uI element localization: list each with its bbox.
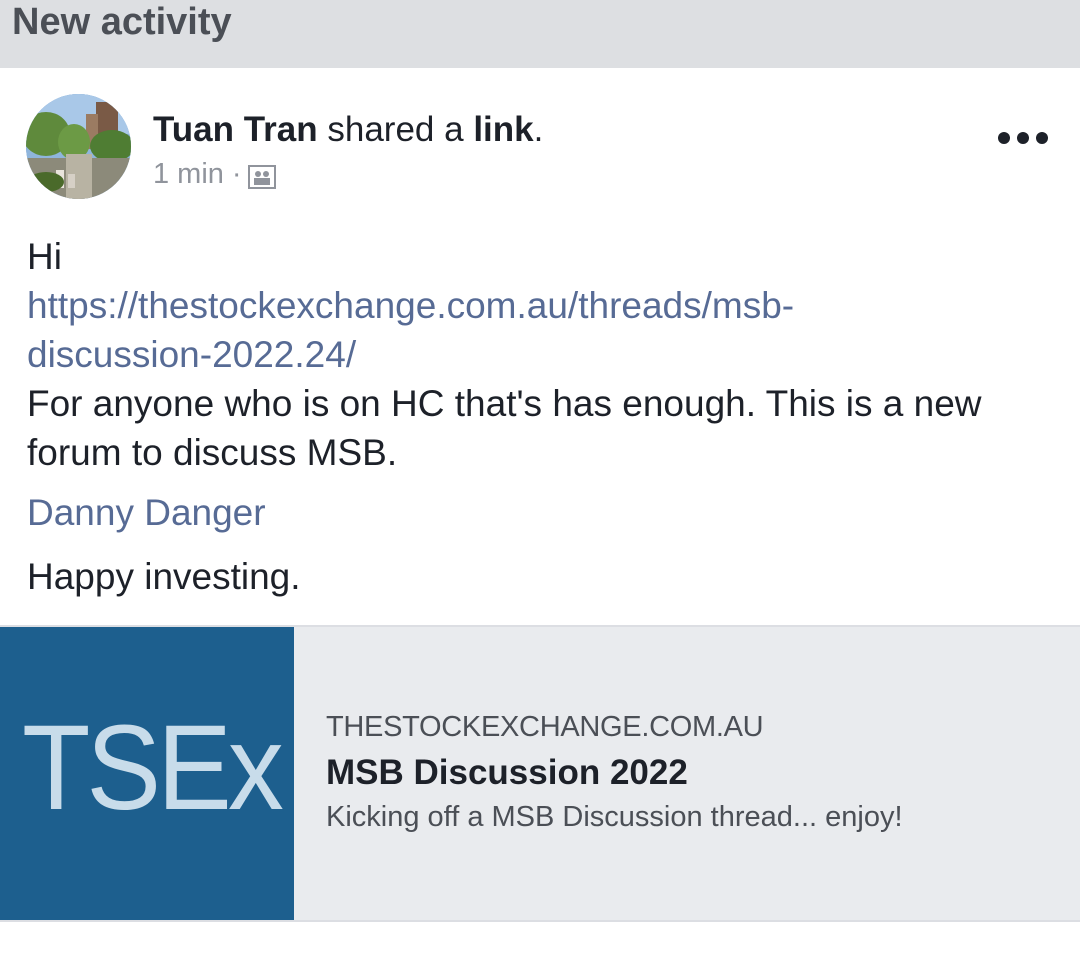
post-url-link[interactable]: https://thestockexchange.com.au/threads/… bbox=[27, 281, 1057, 330]
mentioned-user-link[interactable]: Danny Danger bbox=[27, 490, 266, 536]
post-meta: 1 min · bbox=[153, 156, 276, 192]
tsex-logo: TSEx bbox=[22, 699, 284, 835]
post-header-line: Tuan Tran shared a link. bbox=[153, 108, 543, 152]
post-timestamp[interactable]: 1 min bbox=[153, 156, 224, 192]
link-domain: THESTOCKEXCHANGE.COM.AU bbox=[326, 711, 764, 743]
link-preview-card[interactable]: TSEx THESTOCKEXCHANGE.COM.AU MSB Discuss… bbox=[0, 625, 1080, 922]
link-title: MSB Discussion 2022 bbox=[326, 753, 688, 792]
meta-separator: · bbox=[231, 158, 242, 190]
post-text-line: forum to discuss MSB. bbox=[27, 432, 398, 473]
post-closing-text: Happy investing. bbox=[27, 556, 301, 597]
new-activity-header: New activity bbox=[0, 0, 1080, 68]
link-description: Kicking off a MSB Discussion thread... e… bbox=[326, 801, 903, 833]
avatar-photo bbox=[26, 94, 131, 199]
post-url-link-continued[interactable]: discussion-2022.24/ bbox=[27, 330, 1057, 379]
activity-post: Tuan Tran shared a link. 1 min · Hi http… bbox=[0, 68, 1080, 968]
link-thumbnail: TSEx bbox=[0, 627, 294, 920]
header-title: New activity bbox=[12, 1, 232, 43]
action-text: shared a bbox=[317, 110, 474, 149]
author-name[interactable]: Tuan Tran bbox=[153, 110, 318, 149]
action-object-link[interactable]: link bbox=[473, 110, 533, 149]
post-body: Hi https://thestockexchange.com.au/threa… bbox=[27, 232, 1057, 477]
post-greeting: Hi bbox=[27, 236, 62, 277]
more-options-icon[interactable] bbox=[998, 123, 1048, 153]
action-end: . bbox=[533, 110, 544, 149]
friends-icon bbox=[247, 162, 276, 189]
author-avatar[interactable] bbox=[26, 94, 131, 199]
post-text-line: For anyone who is on HC that's has enoug… bbox=[27, 383, 982, 424]
